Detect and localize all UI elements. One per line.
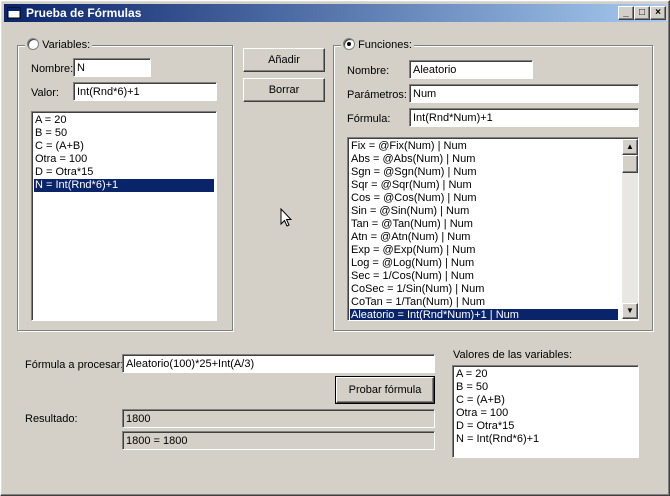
main-window: Prueba de Fórmulas _ □ × Variables: Nomb… (0, 0, 670, 496)
result-label: Resultado: (25, 413, 78, 425)
result-value: 1800 (122, 409, 435, 428)
scroll-down-icon[interactable]: ▼ (622, 303, 638, 319)
result-detail: 1800 = 1800 (122, 431, 435, 450)
list-item[interactable]: Atn = @Atn(Num) | Num (350, 231, 618, 244)
delete-button[interactable]: Borrar (243, 78, 325, 102)
app-icon (7, 7, 21, 19)
variables-listbox[interactable]: A = 20 B = 50 C = (A+B) Otra = 100 D = Otra*… (31, 111, 217, 321)
list-item[interactable]: Aleatorio = Int(Rnd*Num)+1 | Num (350, 309, 618, 320)
var-valor-label: Valor: (31, 87, 59, 99)
scroll-up-icon[interactable]: ▲ (622, 139, 638, 155)
fn-formula-label: Fórmula: (347, 113, 391, 125)
list-item[interactable]: Otra = 100 (34, 153, 214, 166)
variables-values-listbox[interactable]: A = 20 B = 50 C = (A+B) Otra = 100 D = Otra*… (452, 365, 639, 458)
list-item[interactable]: N = Int(Rnd*6)+1 (455, 433, 636, 446)
process-formula-input[interactable]: Aleatorio(100)*25+Int(A/3) (122, 354, 435, 373)
scroll-thumb[interactable] (622, 155, 638, 173)
window-title: Prueba de Fórmulas (26, 6, 142, 20)
list-item[interactable]: Log = @Log(Num) | Num (350, 257, 618, 270)
functions-scrollbar[interactable]: ▲ ▼ (622, 139, 638, 319)
list-item[interactable]: CoTan = 1/Tan(Num) | Num (350, 296, 618, 309)
var-valor-input[interactable]: Int(Rnd*6)+1 (73, 82, 217, 101)
list-item[interactable]: Otra = 100 (455, 407, 636, 420)
list-item[interactable]: A = 20 (455, 368, 636, 381)
list-item[interactable]: Sgn = @Sgn(Num) | Num (350, 166, 618, 179)
list-item[interactable]: Cos = @Cos(Num) | Num (350, 192, 618, 205)
list-item[interactable]: B = 50 (455, 381, 636, 394)
list-item[interactable]: Sec = 1/Cos(Num) | Num (350, 270, 618, 283)
process-formula-label: Fórmula a procesar: (25, 359, 124, 371)
radio-selected-dot (347, 42, 351, 47)
list-item[interactable]: CoSec = 1/Sin(Num) | Num (350, 283, 618, 296)
list-item[interactable]: D = Otra*15 (455, 420, 636, 433)
var-nombre-label: Nombre: (31, 63, 74, 75)
list-item[interactable]: Fix = @Fix(Num) | Num (350, 140, 618, 153)
fn-nombre-label: Nombre: (347, 65, 390, 77)
functions-radio-label: Funciones: (358, 39, 412, 51)
functions-listbox[interactable]: Fix = @Fix(Num) | Num Abs = @Abs(Num) | N… (347, 137, 639, 321)
list-item[interactable]: Exp = @Exp(Num) | Num (350, 244, 618, 257)
variables-radio-label: Variables: (42, 39, 91, 51)
add-button[interactable]: Añadir (243, 48, 325, 72)
title-bar[interactable]: Prueba de Fórmulas _ □ × (4, 4, 666, 22)
list-item[interactable]: C = (A+B) (455, 394, 636, 407)
list-item[interactable]: Sin = @Sin(Num) | Num (350, 205, 618, 218)
list-item[interactable]: D = Otra*15 (34, 166, 214, 179)
fn-nombre-input[interactable]: Aleatorio (409, 60, 533, 79)
functions-radio[interactable] (343, 38, 355, 51)
fn-parametros-label: Parámetros: (347, 89, 407, 101)
values-label: Valores de las variables: (453, 349, 573, 361)
mouse-cursor-icon (280, 208, 292, 227)
functions-radio-group[interactable]: Funciones: (341, 38, 414, 52)
var-nombre-input[interactable]: N (73, 58, 151, 77)
close-button[interactable]: × (650, 6, 666, 20)
fn-formula-input[interactable]: Int(Rnd*Num)+1 (409, 108, 639, 127)
variables-radio-group[interactable]: Variables: (25, 38, 93, 52)
variables-radio[interactable] (27, 38, 39, 51)
list-item[interactable]: B = 50 (34, 127, 214, 140)
list-item[interactable]: Abs = @Abs(Num) | Num (350, 153, 618, 166)
test-formula-button[interactable]: Probar fórmula (335, 376, 435, 404)
maximize-button[interactable]: □ (634, 6, 650, 20)
list-item[interactable]: Tan = @Tan(Num) | Num (350, 218, 618, 231)
list-item[interactable]: N = Int(Rnd*6)+1 (34, 179, 214, 192)
list-item[interactable]: Sqr = @Sqr(Num) | Num (350, 179, 618, 192)
fn-parametros-input[interactable]: Num (409, 84, 639, 103)
list-item[interactable]: A = 20 (34, 114, 214, 127)
list-item[interactable]: C = (A+B) (34, 140, 214, 153)
minimize-button[interactable]: _ (618, 6, 634, 20)
